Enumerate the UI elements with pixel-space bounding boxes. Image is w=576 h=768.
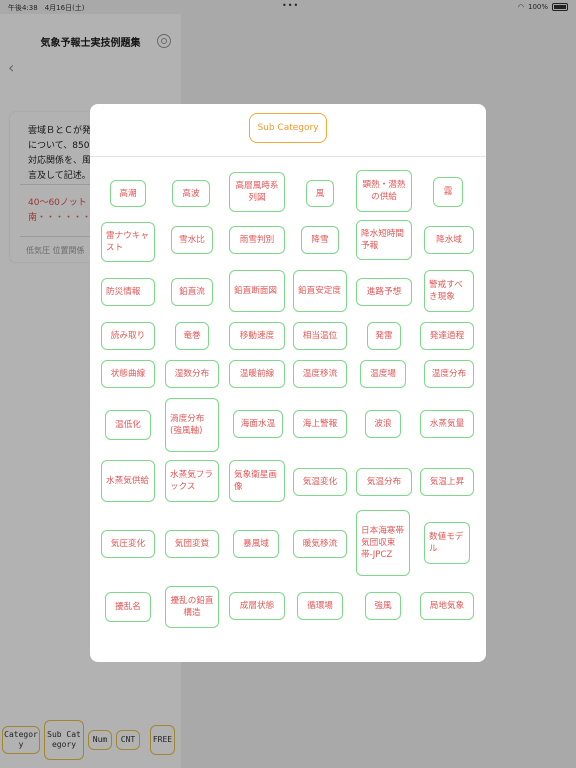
sub-category-chip[interactable]: 温低化 <box>105 410 151 440</box>
sub-category-modal: Sub Category 高潮 高波 高層風時系列図風顕熱・潜熱の供給霧雷ナウキャス… <box>90 104 486 662</box>
sub-category-chip[interactable]: 海上警報 <box>293 410 347 438</box>
sub-category-chip[interactable]: 温暖前線 <box>229 360 285 388</box>
sub-category-chip[interactable]: 防災情報 <box>101 278 155 306</box>
sub-category-chip[interactable]: 顕熱・潜熱の供給 <box>356 170 412 212</box>
sub-category-chip[interactable]: 高潮 <box>110 180 146 207</box>
sub-category-chip[interactable]: 強風 <box>365 592 401 620</box>
sub-category-chip[interactable]: 鉛直流 <box>171 278 213 306</box>
sub-category-chip[interactable]: 高波 <box>172 180 210 207</box>
sub-category-chip[interactable]: 相当温位 <box>293 322 347 350</box>
sub-category-chip[interactable]: 風 <box>306 180 334 207</box>
sub-category-chip[interactable]: 水蒸気フラックス <box>165 460 219 502</box>
sub-category-chip[interactable]: 暖気移流 <box>293 530 347 558</box>
sub-category-chip[interactable]: 降雪 <box>301 226 339 254</box>
sub-category-chip[interactable]: 日本海寒帯気団収束帯-JPCZ <box>356 510 410 576</box>
sub-category-chip[interactable]: 雪水比 <box>171 226 213 254</box>
sub-category-chip[interactable]: 鉛直安定度 <box>293 270 347 312</box>
sub-category-chip[interactable]: 気圧変化 <box>101 530 155 558</box>
sub-category-chip[interactable]: 気温変化 <box>293 468 347 496</box>
sub-category-chip[interactable]: 温度移流 <box>293 360 347 388</box>
sub-category-chip[interactable]: 波浪 <box>365 410 401 438</box>
sub-category-chip[interactable]: 海面水温 <box>233 410 283 438</box>
sub-category-chip[interactable]: 雨雪判別 <box>229 226 285 254</box>
sub-category-chip[interactable]: 局地気象 <box>420 592 474 620</box>
sub-category-chip[interactable]: 成層状態 <box>229 592 285 620</box>
sub-category-chip[interactable]: 湿数分布 <box>165 360 219 388</box>
sub-category-chip[interactable]: 水蒸気供給 <box>101 460 155 502</box>
sub-category-chip[interactable]: 雷ナウキャスト <box>101 222 155 262</box>
sub-category-chip[interactable]: 発達過程 <box>420 322 474 350</box>
sub-category-chip[interactable]: 温度分布 <box>424 360 474 388</box>
sub-category-chip[interactable]: 高層風時系列図 <box>229 172 285 212</box>
sub-category-chip[interactable]: 進路予想 <box>356 278 412 306</box>
sub-category-chip[interactable]: 擾乱の鉛直構造 <box>165 586 219 628</box>
sub-category-chip[interactable]: 気温分布 <box>356 468 412 496</box>
sub-category-title-button[interactable]: Sub Category <box>249 113 327 143</box>
sub-category-chip[interactable]: 状態曲線 <box>101 360 155 388</box>
sub-category-chip[interactable]: 擾乱名 <box>105 592 151 622</box>
sub-category-chip[interactable]: 警戒すべき現象 <box>424 270 474 312</box>
sub-category-chip[interactable]: 鉛直断面図 <box>229 270 285 312</box>
sub-category-chip[interactable]: 発雷 <box>367 322 401 350</box>
sub-category-chip[interactable]: 気象衛星画像 <box>229 460 285 502</box>
sub-category-chip[interactable]: 霧 <box>433 177 463 207</box>
sub-category-chip[interactable]: 暴風域 <box>233 530 279 558</box>
sub-category-chip[interactable]: 温度場 <box>360 360 406 388</box>
sub-category-chip[interactable]: 気温上昇 <box>420 468 474 496</box>
sub-category-chip[interactable]: 読み取り <box>101 322 155 350</box>
sub-category-chip[interactable]: 水蒸気量 <box>420 410 474 438</box>
sub-category-chip[interactable]: 降水短時間予報 <box>356 220 412 260</box>
sub-category-chip[interactable]: 渦度分布(強風軸) <box>165 398 219 452</box>
sub-category-chip[interactable]: 数値モデル <box>424 522 470 564</box>
sub-category-chip[interactable]: 移動速度 <box>229 322 285 350</box>
sub-category-chip[interactable]: 降水域 <box>424 226 474 254</box>
sub-category-chip[interactable]: 気団変質 <box>165 530 219 558</box>
sub-category-chip[interactable]: 竜巻 <box>175 322 209 350</box>
sub-category-chip[interactable]: 循環場 <box>297 592 343 620</box>
modal-header: Sub Category <box>90 104 486 157</box>
